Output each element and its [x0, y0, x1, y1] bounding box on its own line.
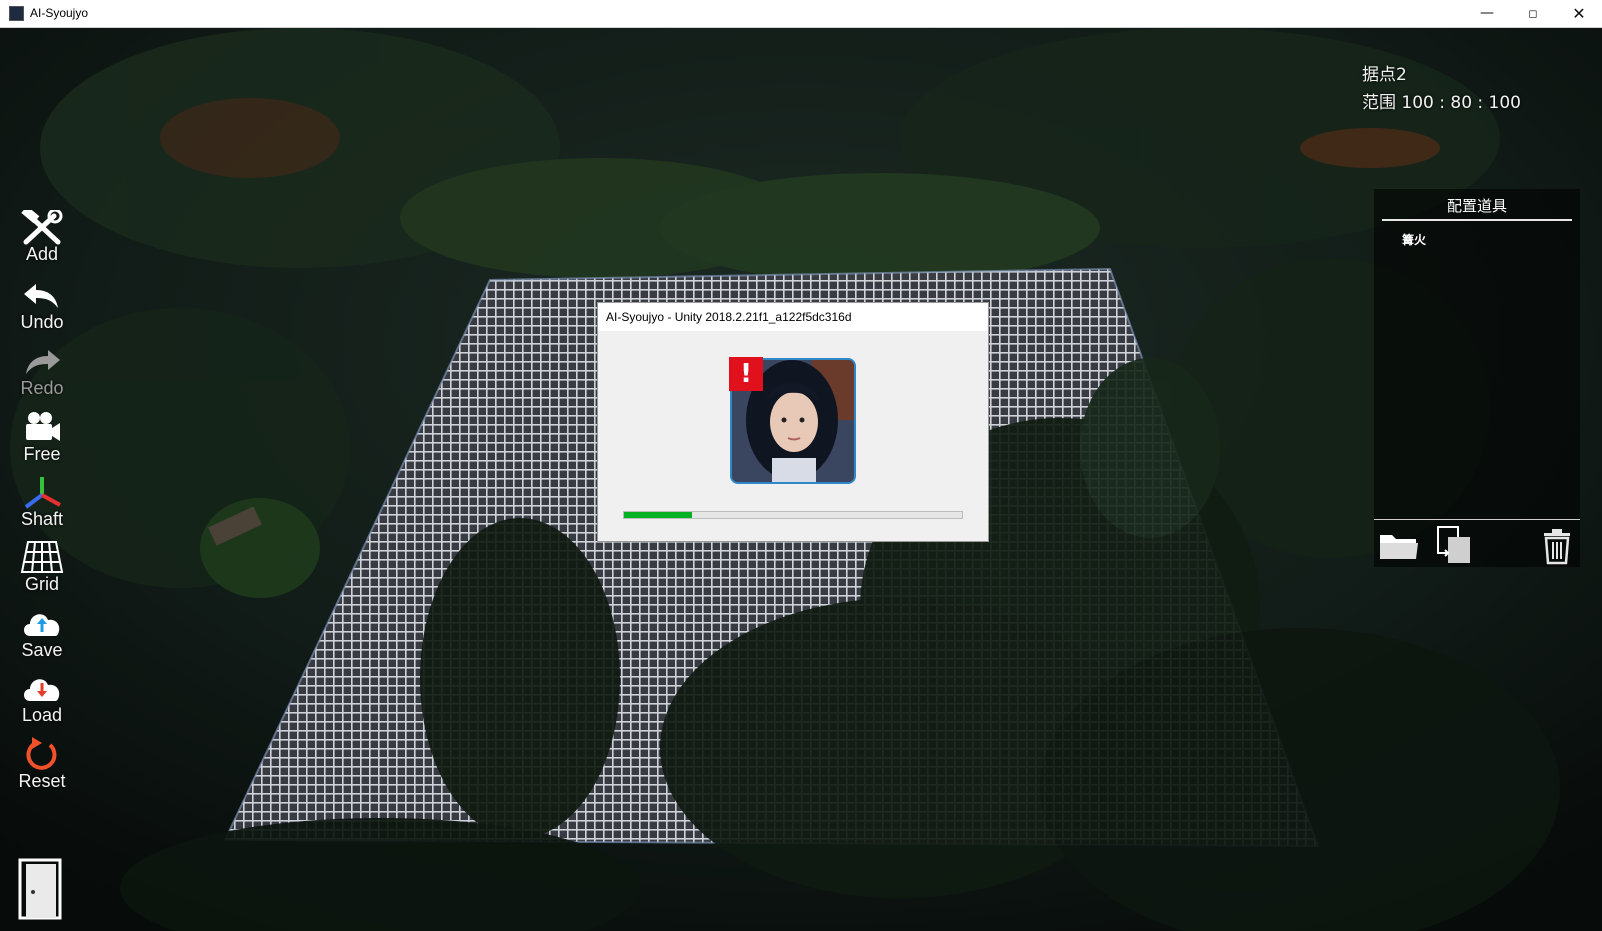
load-label: Load [21, 705, 63, 725]
base-name: 据点2 [1362, 65, 1407, 85]
folder-icon[interactable] [1378, 525, 1420, 565]
undo-label: Undo [20, 312, 64, 332]
panel-title: 配置道具 [1446, 197, 1507, 215]
axis-icon [24, 477, 61, 509]
loading-progress-bar [623, 511, 963, 519]
reset-label: Reset [18, 771, 66, 791]
cloud-upload-icon [24, 614, 60, 636]
free-camera-button[interactable]: Free [8, 410, 76, 472]
free-label: Free [23, 444, 61, 464]
grid-button[interactable]: Grid [8, 540, 76, 602]
window-title-bar: AI-Syoujyo — ◻ ✕ [0, 0, 1602, 28]
shaft-button[interactable]: Shaft [8, 475, 76, 537]
undo-arrow-icon [24, 284, 58, 308]
cloud-download-icon [24, 679, 60, 701]
save-label: Save [21, 640, 63, 660]
minimize-button[interactable]: — [1464, 0, 1510, 27]
window-title: AI-Syoujyo [30, 6, 89, 20]
add-button[interactable]: Add [8, 210, 76, 272]
panel-bottom-divider [1374, 519, 1580, 520]
copy-icon[interactable] [1432, 525, 1474, 565]
redo-arrow-icon [26, 350, 60, 374]
grid-label: Grid [24, 574, 59, 594]
loading-dialog: AI-Syoujyo - Unity 2018.2.21f1_a122f5dc3… [597, 302, 989, 542]
undo-button[interactable]: Undo [8, 278, 76, 340]
base-info: 据点2 范围 100 : 80 : 100 [1362, 61, 1521, 117]
load-button[interactable]: Load [8, 671, 76, 733]
maximize-button[interactable]: ◻ [1510, 0, 1556, 27]
hammer-wrench-icon [21, 210, 63, 245]
reset-icon [26, 737, 57, 770]
grid-icon [20, 541, 64, 573]
reset-button[interactable]: Reset [8, 737, 76, 799]
base-range: 范围 100 : 80 : 100 [1362, 93, 1522, 113]
app-icon [9, 6, 24, 21]
dialog-title-bar: AI-Syoujyo - Unity 2018.2.21f1_a122f5dc3… [598, 303, 988, 331]
add-label: Add [25, 244, 59, 264]
door-icon[interactable] [18, 858, 62, 920]
close-button[interactable]: ✕ [1556, 0, 1602, 27]
progress-fill [624, 512, 692, 518]
shaft-label: Shaft [20, 509, 64, 529]
trash-icon[interactable] [1536, 525, 1578, 565]
redo-label: Redo [20, 378, 64, 398]
list-item[interactable]: 篝火 [1402, 231, 1426, 248]
redo-button[interactable]: Redo [8, 344, 76, 406]
warning-icon: ! [729, 357, 763, 391]
video-camera-icon [26, 412, 60, 441]
save-button[interactable]: Save [8, 606, 76, 668]
panel-divider [1382, 219, 1572, 221]
dialog-title: AI-Syoujyo - Unity 2018.2.21f1_a122f5dc3… [606, 310, 852, 324]
placed-items-panel: 配置道具 篝火 [1374, 189, 1580, 567]
